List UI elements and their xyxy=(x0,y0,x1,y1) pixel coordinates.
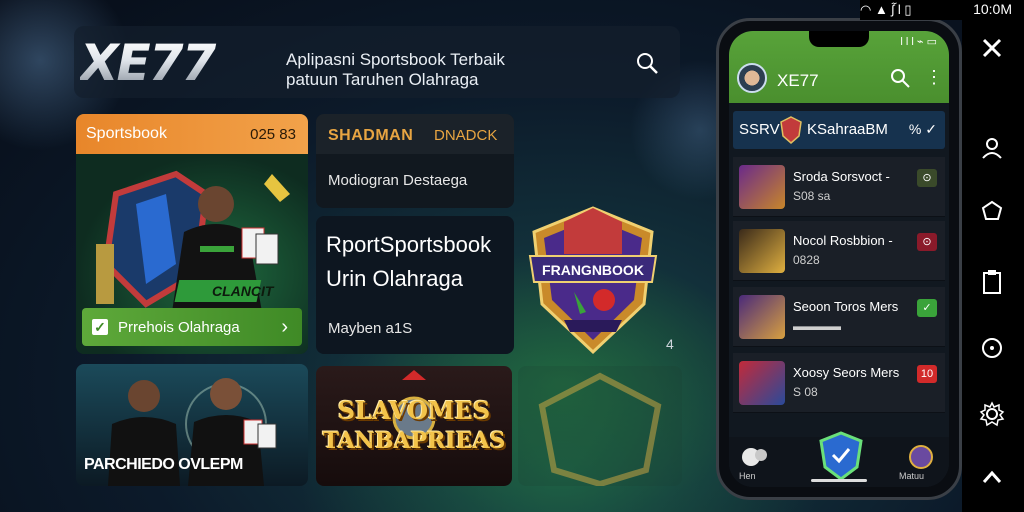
info-card-subtitle: Urin Olahraga xyxy=(326,266,463,291)
shield-check-icon[interactable] xyxy=(817,431,865,481)
list-item[interactable]: Seoon Toros Mers ▬▬▬▬ ✓ xyxy=(733,287,945,347)
phone-status-icons: l l l ⌁ ▭ xyxy=(900,36,937,48)
phone-mockup: l l l ⌁ ▭ XE77 ⋮ SSRV KSahraaBM % ✓ Srod… xyxy=(716,18,962,500)
more-menu-icon[interactable]: ⋮ xyxy=(925,67,943,87)
shadman-tabs: SHADMAN DNADCK xyxy=(316,114,514,154)
phone-screen: l l l ⌁ ▭ XE77 ⋮ SSRV KSahraaBM % ✓ Srod… xyxy=(729,31,949,487)
close-icon[interactable] xyxy=(968,28,1016,68)
list-item-title: Seoon Toros Mers xyxy=(793,299,899,314)
slots-title: SLAVOMES TANBAPRIEAS xyxy=(316,396,512,456)
sub-bar-name: KSahraaBM xyxy=(807,121,888,138)
shield-label: FRANGNBOOK xyxy=(542,262,644,278)
avatar[interactable] xyxy=(737,63,767,93)
system-side-rail xyxy=(962,0,1024,512)
tagline: Aplipasni Sportsbook Terbaik patuun Taru… xyxy=(286,50,505,90)
shield-icon xyxy=(779,116,803,144)
brand-logo[interactable]: XE77 xyxy=(80,38,270,88)
search-icon[interactable] xyxy=(889,67,911,89)
check-icon: ✓ xyxy=(92,319,108,335)
sportsbook-info-card[interactable]: RportSportsbook Urin Olahraga Mayben a1S xyxy=(316,216,514,354)
nav-profile-label: Matuu xyxy=(899,471,925,481)
phone-sub-bar[interactable]: SSRV KSahraaBM % ✓ xyxy=(733,111,945,149)
shadman-text: Modiogran Destaega xyxy=(328,172,468,189)
nav-home-label: Hen xyxy=(739,471,756,481)
sportsbook-art-label: CLANCIT xyxy=(212,283,275,299)
tagline-line-2: patuun Taruhen Olahraga xyxy=(286,70,479,89)
list-item[interactable]: Xoosy Seors Mers S 08 10 xyxy=(733,353,945,413)
list-item-subtitle: S 08 xyxy=(793,385,818,399)
players-label: PARCHIEDO OVLEPM xyxy=(84,456,243,473)
players-card[interactable]: PARCHIEDO OVLEPM xyxy=(76,364,308,486)
list-item-subtitle: 0828 xyxy=(793,253,820,267)
tagline-line-1: Aplipasni Sportsbook Terbaik xyxy=(286,50,505,69)
chevron-right-icon: › xyxy=(281,316,288,338)
user-icon[interactable] xyxy=(968,128,1016,168)
search-icon[interactable] xyxy=(634,50,660,76)
list-item-badge[interactable]: 10 xyxy=(917,365,937,383)
system-status-bar: ◠ ▲ ʃ᷉ l ▯ 10:0M xyxy=(860,0,1024,20)
app-title: XE77 xyxy=(777,71,819,90)
status-time: 10:0M xyxy=(973,1,1012,17)
sportsbook-cta-button[interactable]: ✓ Prrehois Olahraga › xyxy=(82,308,302,346)
sportsbook-card[interactable]: Sportsbook 025 83 CLANCIT ✓ Prrehois Ola… xyxy=(76,114,308,354)
list-item-badge[interactable]: ⊙ xyxy=(917,169,937,187)
item-thumbnail xyxy=(739,165,785,209)
info-card-title: RportSportsbook xyxy=(326,232,492,257)
sub-bar-title: SSRV xyxy=(739,121,780,138)
tab-shadman[interactable]: SHADMAN xyxy=(328,127,413,145)
slots-card[interactable]: SLAVOMES TANBAPRIEAS xyxy=(316,366,512,486)
tab-dnadck[interactable]: DNADCK xyxy=(434,127,497,144)
sportsbook-header: Sportsbook 025 83 xyxy=(76,114,308,154)
home-indicator xyxy=(811,479,867,482)
item-thumbnail xyxy=(739,295,785,339)
circle-icon[interactable] xyxy=(968,328,1016,368)
sportsbook-cta-label: Prrehois Olahraga xyxy=(118,319,240,336)
sportsbook-title: Sportsbook xyxy=(86,125,167,142)
item-thumbnail xyxy=(739,229,785,273)
list-item[interactable]: Sroda Sorsvoct - S08 sa ⊙ xyxy=(733,157,945,217)
shield-emblem[interactable]: FRANGNBOOK xyxy=(524,204,662,356)
item-thumbnail xyxy=(739,361,785,405)
sub-bar-meta: % ✓ xyxy=(908,121,937,137)
list-item[interactable]: Nocol Rosbbion - 0828 ⊙ xyxy=(733,221,945,281)
clipboard-icon[interactable] xyxy=(968,262,1016,302)
small-glyph: 4 xyxy=(666,336,674,352)
list-item-badge[interactable]: ✓ xyxy=(917,299,937,317)
list-item-title: Sroda Sorsvoct - xyxy=(793,169,890,184)
status-icons: ◠ ▲ ʃ᷉ l ▯ xyxy=(860,2,912,17)
list-item-title: Nocol Rosbbion - xyxy=(793,233,893,248)
phone-notch xyxy=(809,31,869,47)
chevron-up-icon[interactable] xyxy=(968,458,1016,498)
list-item-subtitle: ▬▬▬▬ xyxy=(793,319,841,333)
list-item-subtitle: S08 sa xyxy=(793,189,831,203)
list-item-title: Xoosy Seors Mers xyxy=(793,365,900,380)
info-card-note: Mayben a1S xyxy=(328,320,413,337)
faded-card xyxy=(518,366,682,486)
slots-line-2: TANBAPRIEAS xyxy=(322,428,506,454)
refresh-icon[interactable] xyxy=(968,192,1016,232)
shadman-card[interactable]: SHADMAN DNADCK Modiogran Destaega xyxy=(316,114,514,208)
list-item-badge[interactable]: ⊙ xyxy=(917,233,937,251)
slots-line-1: SLAVOMES xyxy=(337,396,491,425)
gear-icon[interactable] xyxy=(968,394,1016,434)
sportsbook-code: 025 83 xyxy=(250,126,296,143)
header-bar: XE77 Aplipasni Sportsbook Terbaik patuun… xyxy=(74,26,680,98)
